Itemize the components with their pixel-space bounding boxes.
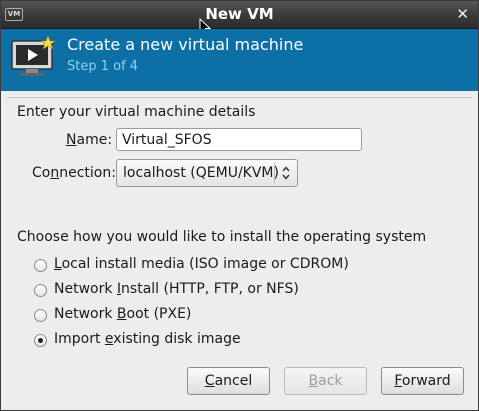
radio-label: Import existing disk image — [54, 331, 241, 347]
separator — [7, 97, 472, 98]
name-label: Name: — [66, 132, 112, 148]
up-down-arrows-icon — [282, 166, 290, 180]
cancel-button[interactable]: Cancel — [187, 367, 270, 395]
connection-select[interactable]: localhost (QEMU/KVM) — [116, 159, 298, 187]
back-button[interactable]: Back — [284, 367, 367, 395]
radio-button-selected[interactable] — [34, 334, 47, 347]
window-title: New VM — [205, 5, 274, 23]
name-field[interactable] — [116, 128, 362, 151]
title-bar[interactable]: VM New VM ✕ — [1, 1, 478, 29]
connection-value: localhost (QEMU/KVM) — [123, 165, 279, 181]
radio-dot — [38, 338, 43, 343]
header-banner: Create a new virtual machine Step 1 of 4 — [1, 29, 478, 91]
new-vm-dialog: VM New VM ✕ Create a new virtual machine… — [0, 0, 479, 411]
name-label-mnemonic: N — [66, 132, 77, 148]
banner-step: Step 1 of 4 — [67, 59, 139, 74]
close-icon[interactable]: ✕ — [456, 5, 469, 23]
forward-button[interactable]: Forward — [381, 367, 464, 395]
connection-label-mnemonic: n — [50, 165, 60, 181]
radio-button[interactable] — [34, 284, 47, 297]
banner-title: Create a new virtual machine — [67, 35, 304, 54]
radio-label: Network Boot (PXE) — [54, 306, 192, 322]
connection-label: Connection: — [32, 165, 116, 181]
new-vm-monitor-icon — [11, 36, 56, 76]
radio-button[interactable] — [34, 309, 47, 322]
radio-label: Network Install (HTTP, FTP, or NFS) — [54, 281, 299, 297]
name-label-rest: ame: — [76, 132, 113, 148]
radio-label: Local install media (ISO image or CDROM) — [54, 256, 349, 272]
install-heading: Choose how you would like to install the… — [17, 229, 427, 245]
combo-separator — [274, 163, 275, 183]
details-heading: Enter your virtual machine details — [17, 104, 256, 120]
radio-button[interactable] — [34, 259, 47, 272]
